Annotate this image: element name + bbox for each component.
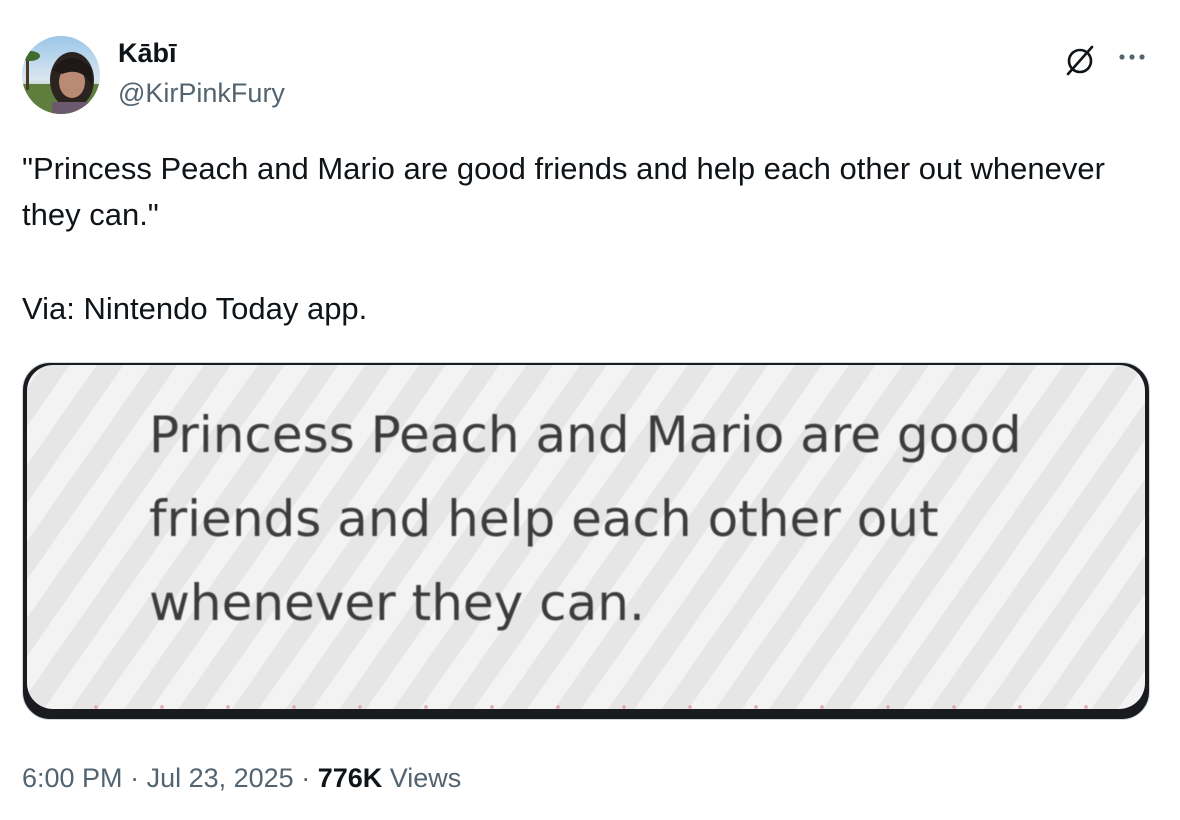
tweet: Kābī @KirPinkFury "Princess Peach and Ma…	[0, 0, 1180, 820]
more-options-icon[interactable]	[1112, 40, 1152, 80]
display-name[interactable]: Kābī	[118, 36, 285, 70]
author-block: Kābī @KirPinkFury	[118, 36, 285, 110]
media-dots-border	[27, 701, 1145, 709]
tweet-date[interactable]: Jul 23, 2025	[147, 763, 294, 793]
views-label: Views	[382, 763, 462, 793]
meta-separator: ·	[122, 763, 147, 793]
avatar[interactable]	[22, 36, 100, 114]
media-caption-text: Princess Peach and Mario are good friend…	[149, 406, 1022, 632]
tweet-text: "Princess Peach and Mario are good frien…	[22, 146, 1142, 332]
media-image[interactable]: Princess Peach and Mario are good friend…	[22, 362, 1150, 720]
grok-icon[interactable]	[1060, 40, 1100, 80]
tweet-text-quote: "Princess Peach and Mario are good frien…	[22, 151, 1105, 232]
user-handle[interactable]: @KirPinkFury	[118, 76, 285, 110]
tweet-meta: 6:00 PM · Jul 23, 2025 · 776K Views	[22, 760, 461, 796]
tweet-text-source: Via: Nintendo Today app.	[22, 291, 368, 326]
views-count: 776K	[317, 763, 383, 793]
media-screenshot-card: Princess Peach and Mario are good friend…	[27, 365, 1145, 709]
tweet-time[interactable]: 6:00 PM	[22, 763, 123, 793]
avatar-image	[22, 36, 100, 114]
meta-separator: ·	[293, 763, 318, 793]
